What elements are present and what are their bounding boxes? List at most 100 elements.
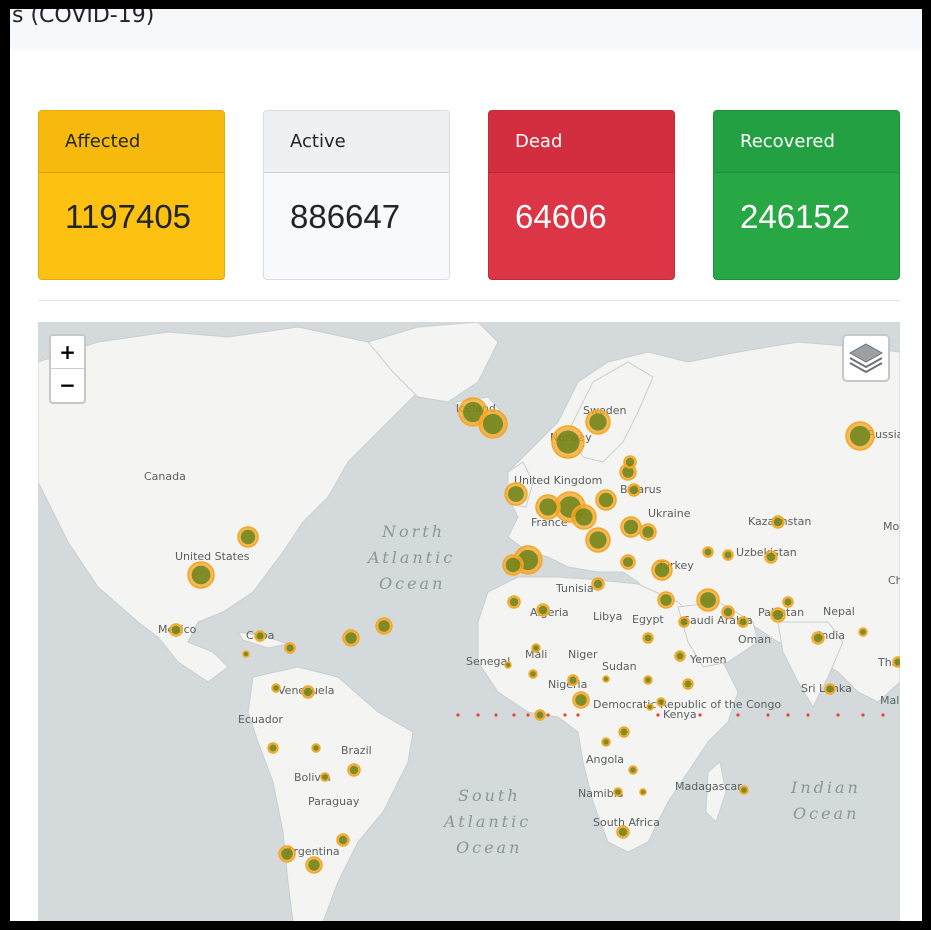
recovered-marker xyxy=(538,605,548,615)
recovered-value: 246152 xyxy=(740,198,851,235)
layers-button[interactable] xyxy=(842,334,890,382)
recovered-marker xyxy=(741,787,747,793)
recovered-marker xyxy=(539,498,557,516)
recovered-marker xyxy=(240,529,256,545)
recovered-marker xyxy=(684,680,692,688)
world-map[interactable]: North Atlantic Ocean South Atlantic Ocea… xyxy=(38,322,900,921)
recovered-marker xyxy=(281,848,293,860)
place-label: Oman xyxy=(738,633,771,646)
recovered-marker xyxy=(676,652,684,660)
small-case-marker[interactable] xyxy=(526,713,530,717)
ocean-label-north-atlantic-1: North xyxy=(381,522,445,541)
title-bar: s (COVID-19) xyxy=(10,9,922,50)
recovered-marker xyxy=(286,644,294,652)
recovered-marker xyxy=(378,620,390,632)
small-case-marker[interactable] xyxy=(656,713,660,717)
small-case-marker[interactable] xyxy=(806,713,810,717)
zoom-in-button[interactable]: + xyxy=(51,336,84,369)
recovered-marker xyxy=(772,609,784,621)
recovered-marker xyxy=(536,711,544,719)
recovered-marker xyxy=(704,548,712,556)
recovered-marker xyxy=(569,676,577,684)
recovered-marker xyxy=(739,618,747,626)
recovered-marker xyxy=(615,789,621,795)
place-label: Tunisia xyxy=(555,582,594,595)
place-label: United States xyxy=(175,550,250,563)
ocean-label-north-atlantic-2: Atlantic xyxy=(366,548,455,567)
affected-value: 1197405 xyxy=(65,198,192,235)
recovered-marker xyxy=(349,765,359,775)
recovered-marker xyxy=(313,745,319,751)
dead-card: Dead 64606 xyxy=(488,110,675,280)
place-label: Niger xyxy=(568,648,598,661)
small-case-marker[interactable] xyxy=(576,713,580,717)
small-case-marker[interactable] xyxy=(881,713,885,717)
recovered-card: Recovered 246152 xyxy=(713,110,900,280)
small-case-marker[interactable] xyxy=(494,713,498,717)
small-case-marker[interactable] xyxy=(698,713,702,717)
small-case-marker[interactable] xyxy=(476,713,480,717)
recovered-marker xyxy=(322,774,328,780)
small-case-marker[interactable] xyxy=(786,713,790,717)
place-label: Yemen xyxy=(689,653,727,666)
recovered-marker xyxy=(654,562,670,578)
ocean-label-indian-2: Ocean xyxy=(793,804,859,823)
place-label: Senegal xyxy=(466,655,510,668)
small-case-marker[interactable] xyxy=(563,713,567,717)
recovered-marker xyxy=(644,634,652,642)
recovered-marker xyxy=(620,728,628,736)
recovered-marker xyxy=(647,704,653,710)
layers-icon xyxy=(848,343,884,374)
recovered-marker xyxy=(338,835,348,845)
recovered-marker xyxy=(849,425,871,447)
recovered-marker xyxy=(256,632,264,640)
recovered-marker xyxy=(660,594,672,606)
recovered-marker xyxy=(589,413,607,431)
place-label: Libya xyxy=(593,610,622,623)
recovered-marker xyxy=(603,676,609,682)
page-title: s (COVID-19) xyxy=(12,9,155,28)
place-label: Brazil xyxy=(341,744,372,757)
small-case-marker[interactable] xyxy=(766,713,770,717)
small-case-marker[interactable] xyxy=(512,713,516,717)
recovered-marker xyxy=(593,579,603,589)
recovered-marker xyxy=(575,508,593,526)
place-label: Paraguay xyxy=(308,795,360,808)
active-card: Active 886647 xyxy=(263,110,450,280)
active-label: Active xyxy=(264,111,449,173)
place-label: Ecuador xyxy=(238,713,283,726)
recovered-marker xyxy=(813,633,823,643)
place-label: Sudan xyxy=(602,660,637,673)
small-case-marker[interactable] xyxy=(736,713,740,717)
small-case-marker[interactable] xyxy=(861,713,865,717)
recovered-marker xyxy=(171,625,181,635)
small-case-marker[interactable] xyxy=(836,713,840,717)
affected-card: Affected 1197405 xyxy=(38,110,225,280)
recovered-marker xyxy=(630,767,636,773)
ocean-label-indian-1: Indian xyxy=(790,778,861,797)
divider xyxy=(38,300,900,301)
recovered-marker xyxy=(773,517,783,527)
recovered-marker xyxy=(724,551,732,559)
recovered-marker xyxy=(505,557,521,573)
small-case-marker[interactable] xyxy=(456,713,460,717)
recovered-marker xyxy=(556,430,580,454)
recovered-marker xyxy=(589,531,607,549)
zoom-out-button[interactable]: − xyxy=(51,369,84,401)
recovered-marker xyxy=(482,413,504,435)
recovered-marker xyxy=(530,671,536,677)
small-case-marker[interactable] xyxy=(546,713,550,717)
affected-label: Affected xyxy=(39,111,224,173)
place-label: Mo xyxy=(883,520,899,533)
recovered-marker xyxy=(700,592,716,608)
recovered-marker xyxy=(191,565,211,585)
recovered-marker xyxy=(303,687,313,697)
recovered-marker xyxy=(625,457,635,467)
recovered-marker xyxy=(826,685,834,693)
south-america-land xyxy=(247,666,414,921)
recovered-marker xyxy=(629,485,639,495)
place-label: Ch xyxy=(888,574,900,587)
map-canvas[interactable]: North Atlantic Ocean South Atlantic Ocea… xyxy=(38,322,900,921)
recovered-marker xyxy=(603,739,609,745)
place-label: Angola xyxy=(586,753,624,766)
